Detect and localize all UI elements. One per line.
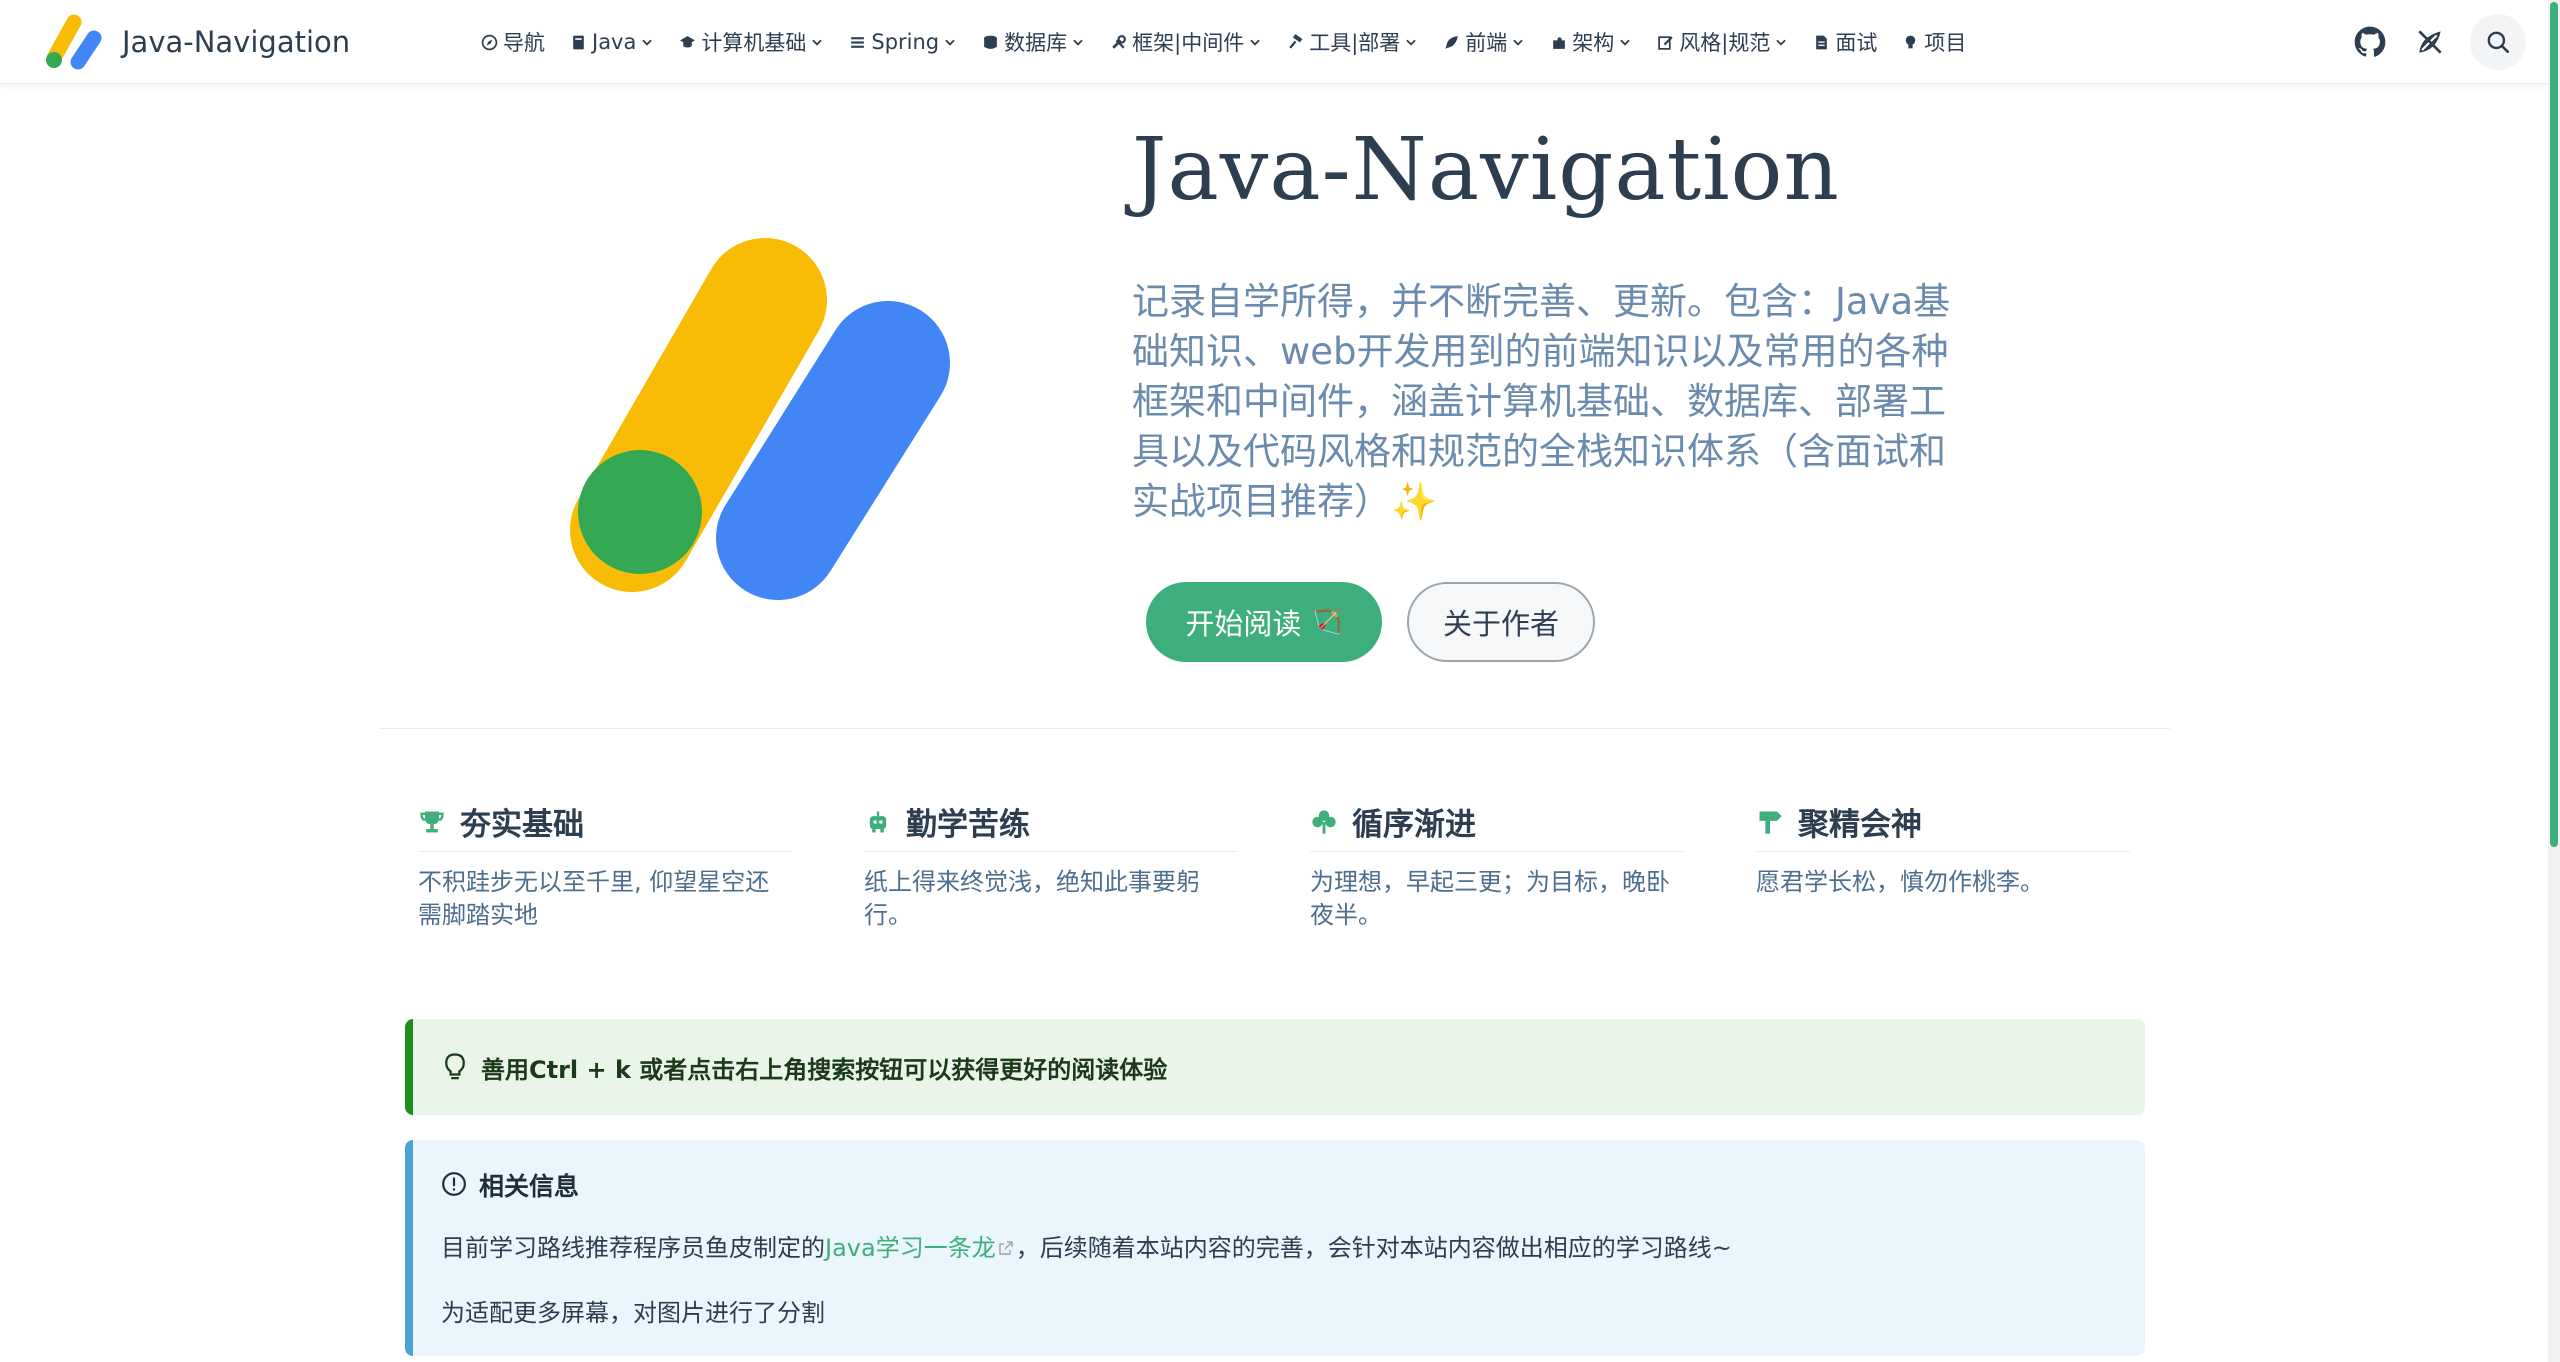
chevron-down-icon (640, 35, 654, 49)
external-link-icon (998, 1240, 1016, 1258)
search-icon (2487, 31, 2510, 54)
chevron-down-icon (1248, 35, 1262, 49)
nav-item-label: 前端 (1465, 31, 1508, 55)
chevron-down-icon (1404, 35, 1418, 49)
clover-icon (1310, 808, 1338, 836)
features-section: 夯实基础 不积跬步无以至千里, 仰望星空还需脚踏实地 勤学苦练 纸上得来终觉浅，… (418, 800, 2138, 932)
nav-item-style-guide[interactable]: 风格|规范 (1656, 27, 1788, 57)
nav-item-label: 架构 (1572, 31, 1615, 55)
nav-item-label: 数据库 (1004, 31, 1068, 55)
nav-item-frontend[interactable]: 前端 (1442, 27, 1525, 57)
info-line-1: 目前学习路线推荐程序员鱼皮制定的Java学习一条龙 ，后续随着本站内容的完善，会针… (441, 1228, 2117, 1263)
robot-icon (864, 808, 892, 836)
nav-item-database[interactable]: 数据库 (981, 27, 1085, 57)
nav-item-label: 项目 (1924, 31, 1967, 55)
feature-title: 勤学苦练 (906, 807, 1030, 843)
nav-item-label: 计算机基础 (701, 31, 807, 55)
graduation-cap-icon (678, 33, 696, 51)
start-reading-button[interactable]: 开始阅读 🏹 (1146, 582, 1382, 662)
feature-text: 为理想，早起三更；为目标，晚卧夜半。 (1310, 868, 1670, 929)
github-icon (2354, 26, 2386, 57)
link-label: Java学习一条龙 (825, 1234, 996, 1262)
chevron-down-icon (1618, 35, 1632, 49)
feature-title: 循序渐进 (1352, 807, 1476, 843)
tip-text: 善用Ctrl + k 或者点击右上角搜索按钮可以获得更好的阅读体验 (481, 1055, 1168, 1084)
chevron-down-icon (1511, 35, 1525, 49)
hero-description: 记录自学所得，并不断完善、更新。包含：Java基础知识、web开发用到的前端知识… (1132, 280, 1951, 523)
edit-icon (1656, 33, 1674, 51)
theme-toggle-icon (2418, 30, 2442, 54)
leaf-stack-icon (848, 33, 866, 51)
info-circle-icon (441, 1171, 469, 1199)
nav-item-interview[interactable]: 面试 (1812, 27, 1877, 57)
chevron-down-icon (943, 35, 957, 49)
nav-item-projects[interactable]: 项目 (1901, 27, 1966, 57)
top-navbar: Java-Navigation 导航 Java 计算机基础 Spring 数据库… (0, 0, 2548, 84)
tools-icon (1109, 33, 1127, 51)
hero-divider (380, 728, 2170, 729)
nav-item-architecture[interactable]: 架构 (1549, 27, 1632, 57)
feather-icon (1442, 33, 1460, 51)
nav-item-java[interactable]: Java (569, 30, 654, 54)
info-box: 相关信息 目前学习路线推荐程序员鱼皮制定的Java学习一条龙 ，后续随着本站内容的… (405, 1140, 2145, 1356)
feature-text: 不积跬步无以至千里, 仰望星空还需脚踏实地 (418, 868, 770, 929)
signpost-icon (1756, 808, 1784, 836)
nav-item-tools-deploy[interactable]: 工具|部署 (1286, 27, 1418, 57)
feature-text: 愿君学长松，慎勿作桃李。 (1756, 868, 2044, 896)
hammer-icon (1286, 33, 1304, 51)
start-reading-label: 开始阅读 (1185, 607, 1302, 641)
feature-card: 夯实基础 不积跬步无以至千里, 仰望星空还需脚踏实地 (418, 800, 792, 932)
about-author-button[interactable]: 关于作者 (1407, 582, 1595, 662)
search-button[interactable] (2470, 14, 2526, 70)
bow-arrow-icon: 🏹 (1311, 607, 1343, 636)
theme-toggle-button[interactable] (2410, 22, 2450, 62)
info-text: 目前学习路线推荐程序员鱼皮制定的 (441, 1234, 825, 1262)
nav-item-guide[interactable]: 导航 (480, 27, 545, 57)
info-text: ，后续随着本站内容的完善，会针对本站内容做出相应的学习路线~ (1015, 1234, 1732, 1262)
nav-item-label: Java (592, 30, 637, 54)
nav-item-label: Spring (871, 30, 940, 54)
scrollbar-thumb[interactable] (2550, 2, 2558, 847)
brand-logo-icon (46, 14, 102, 70)
tip-box: 善用Ctrl + k 或者点击右上角搜索按钮可以获得更好的阅读体验 (405, 1019, 2145, 1115)
navbar-actions (2350, 0, 2548, 84)
feature-title: 夯实基础 (460, 807, 584, 843)
nav-item-label: 框架|中间件 (1132, 31, 1245, 55)
feature-card: 循序渐进 为理想，早起三更；为目标，晚卧夜半。 (1310, 800, 1684, 932)
nav-item-label: 面试 (1835, 31, 1878, 55)
trophy-icon (418, 808, 446, 836)
database-icon (981, 33, 999, 51)
lightbulb-outline-icon (441, 1052, 471, 1082)
nav-item-label: 工具|部署 (1309, 31, 1401, 55)
java-learning-path-link[interactable]: Java学习一条龙 (825, 1234, 1016, 1262)
hero-logo-icon (570, 238, 950, 600)
compass-icon (480, 33, 498, 51)
brand-home-link[interactable]: Java-Navigation (40, 8, 350, 76)
book-icon (569, 33, 587, 51)
nav-item-label: 导航 (503, 31, 545, 55)
nav-item-label: 风格|规范 (1679, 31, 1771, 55)
main-nav: 导航 Java 计算机基础 Spring 数据库 框架|中间件 工具|部署 前端… (480, 0, 1966, 84)
feature-text: 纸上得来终觉浅，绝知此事要躬行。 (864, 868, 1200, 929)
feature-card: 聚精会神 愿君学长松，慎勿作桃李。 (1756, 800, 2130, 932)
nav-item-cs-basics[interactable]: 计算机基础 (678, 27, 824, 57)
hero-title: Java-Navigation (1132, 120, 1840, 220)
feature-title: 聚精会神 (1798, 807, 1922, 843)
brand-name: Java-Navigation (122, 25, 351, 59)
document-icon (1812, 33, 1830, 51)
nav-item-frameworks[interactable]: 框架|中间件 (1109, 27, 1262, 57)
info-line-2: 为适配更多屏幕，对图片进行了分割 (441, 1299, 825, 1327)
chevron-down-icon (1774, 35, 1788, 49)
about-author-label: 关于作者 (1442, 607, 1559, 641)
github-link[interactable] (2350, 22, 2390, 62)
chevron-down-icon (1071, 35, 1085, 49)
puzzle-icon (1549, 33, 1567, 51)
page-scrollbar[interactable] (2548, 0, 2560, 1362)
info-title: 相关信息 (479, 1172, 580, 1201)
feature-card: 勤学苦练 纸上得来终觉浅，绝知此事要躬行。 (864, 800, 1238, 932)
chevron-down-icon (810, 35, 824, 49)
lightbulb-icon (1901, 33, 1919, 51)
nav-item-spring[interactable]: Spring (848, 30, 957, 54)
